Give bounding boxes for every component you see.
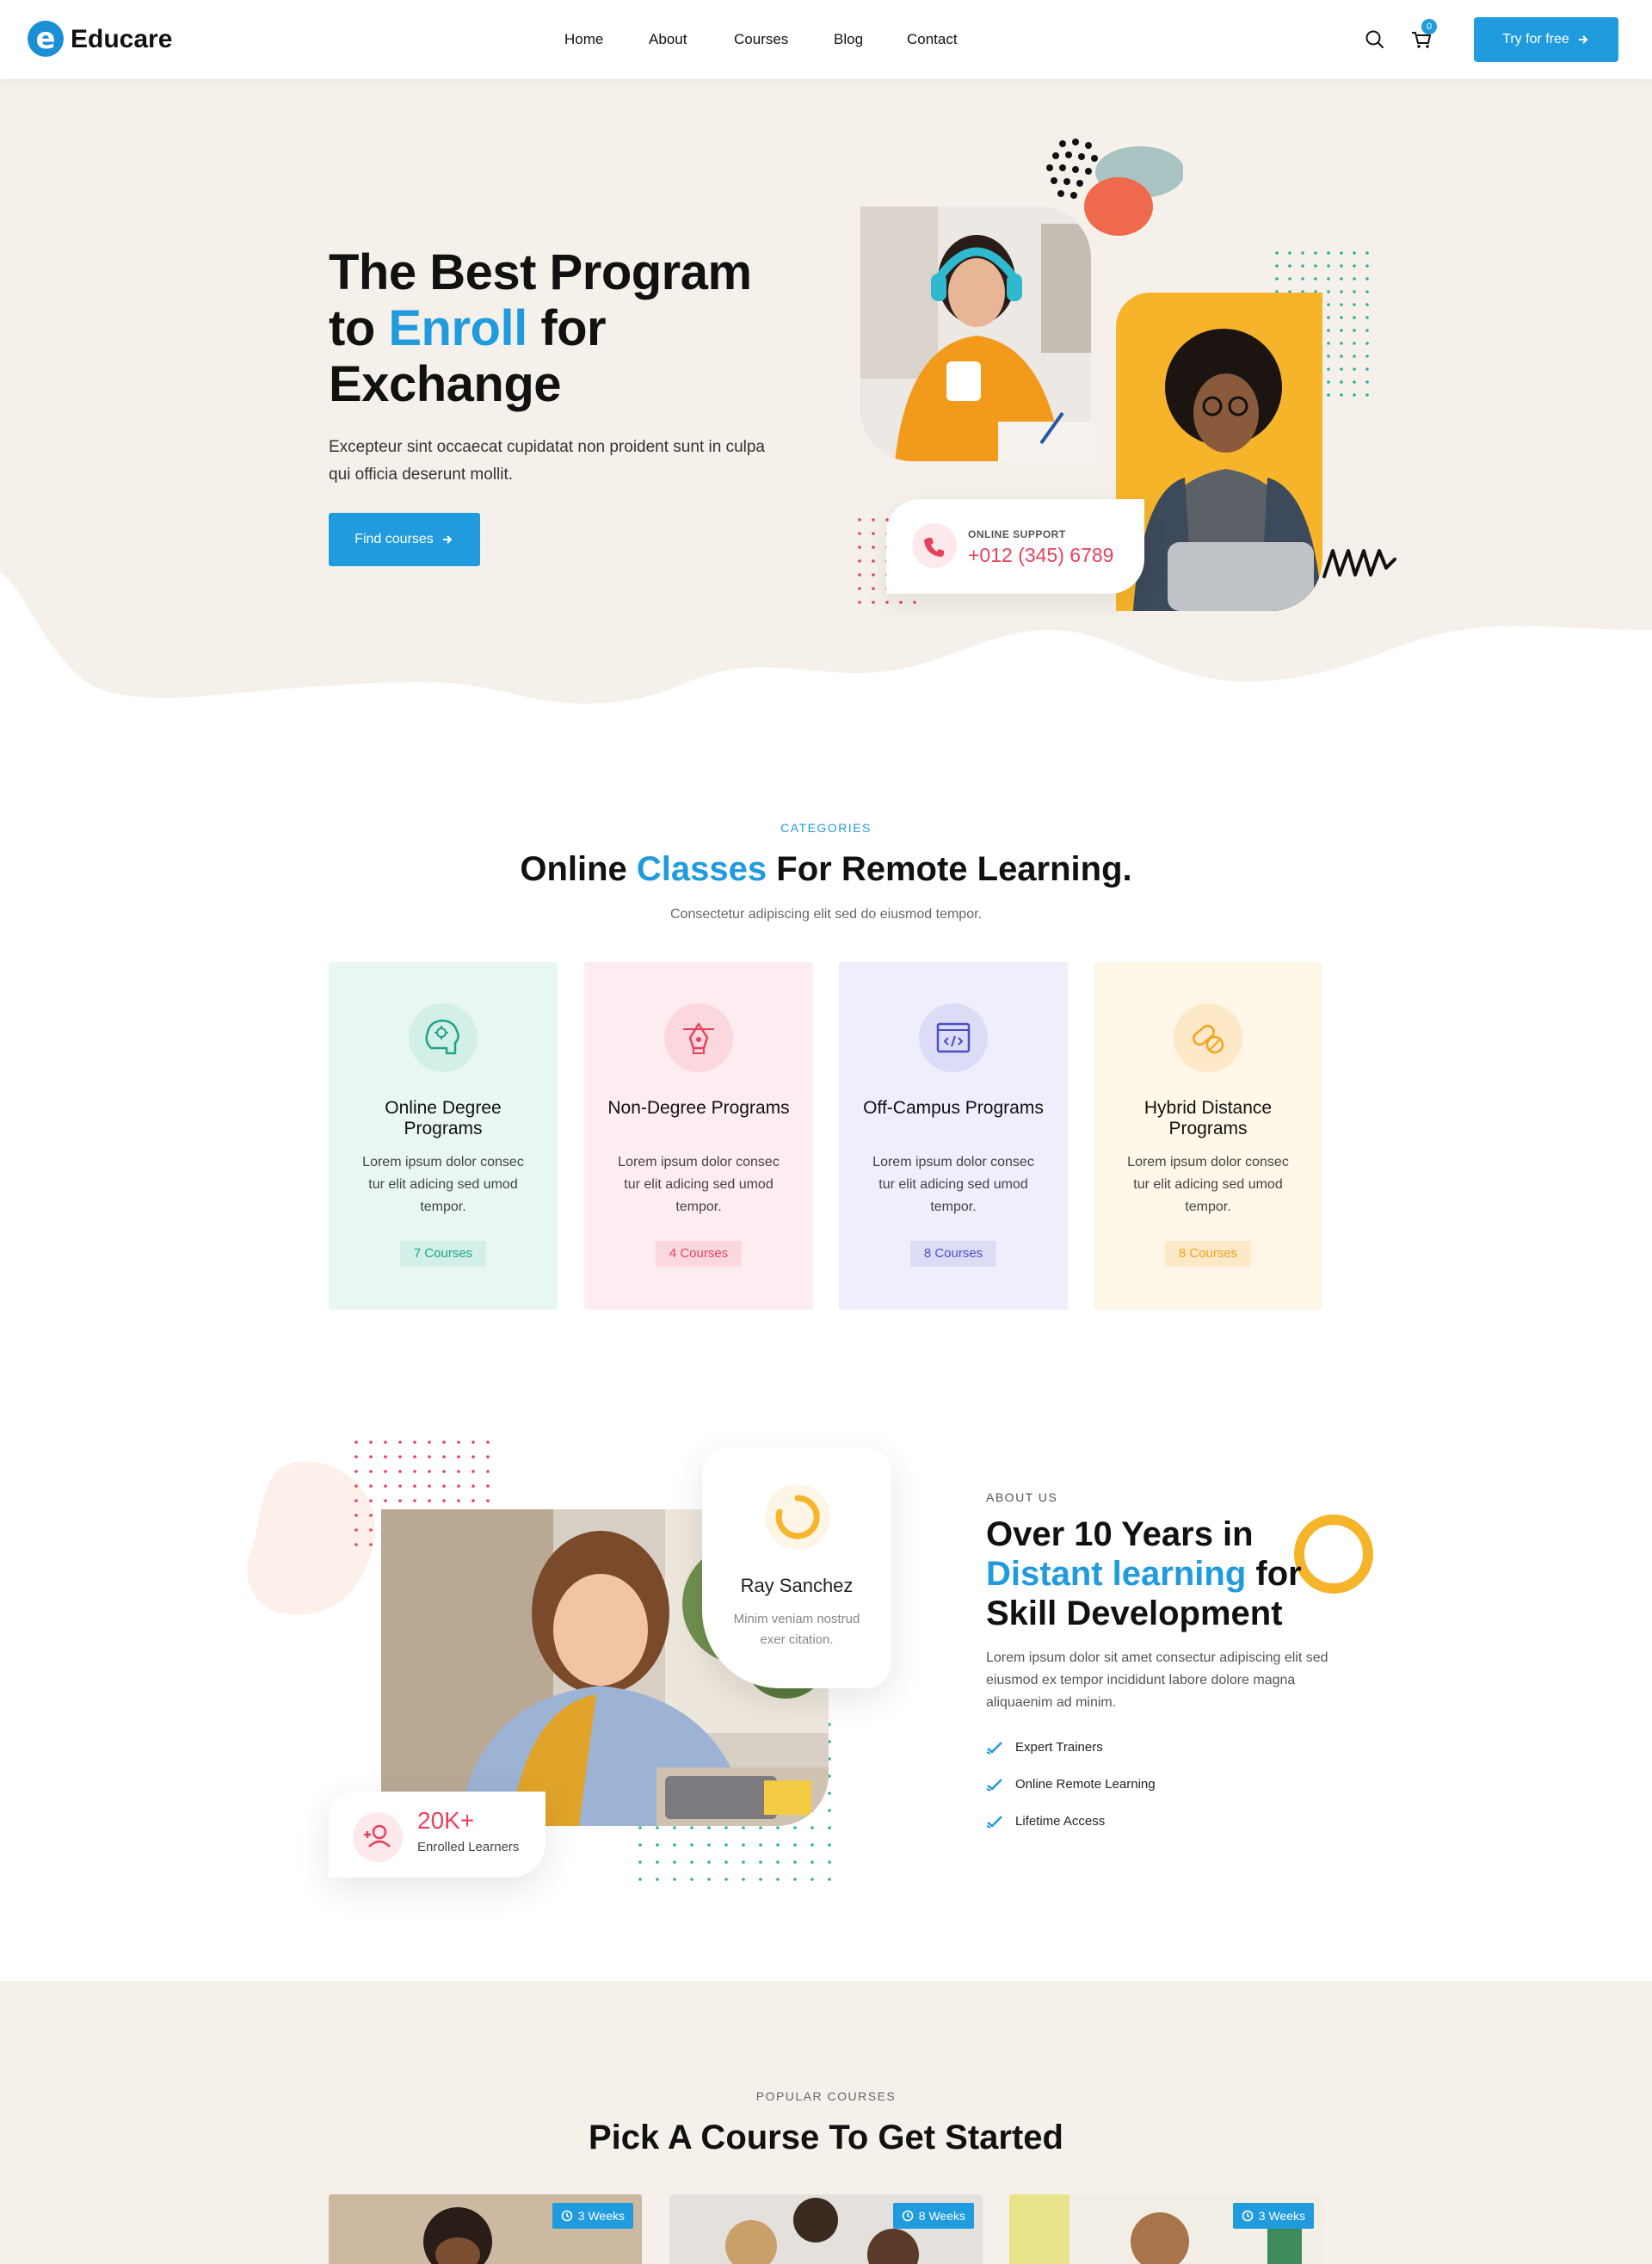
student-laptop-illustration xyxy=(1116,293,1322,611)
check-icon xyxy=(986,1741,1002,1755)
student-headphones-illustration xyxy=(860,207,1091,461)
try-button-label: Try for free xyxy=(1502,32,1569,46)
find-courses-label: Find courses xyxy=(354,532,434,546)
clock-icon xyxy=(561,2210,573,2222)
course-card[interactable]: 3 Weeks xyxy=(1009,2194,1322,2264)
category-description: Lorem ipsum dolor consec tur elit adicin… xyxy=(362,1155,524,1214)
pills-icon xyxy=(1174,1003,1242,1072)
logo-icon[interactable]: e xyxy=(28,21,64,57)
enrolled-learners-card: 20K+ Enrolled Learners xyxy=(329,1792,546,1878)
nav-contact[interactable]: Contact xyxy=(907,0,958,79)
category-description: Lorem ipsum dolor consec tur elit adicin… xyxy=(872,1155,1034,1214)
nav-home[interactable]: Home xyxy=(564,0,603,79)
clock-icon xyxy=(902,2210,914,2222)
about-eyebrow: ABOUT US xyxy=(986,1490,1058,1504)
popular-eyebrow: POPULAR COURSES xyxy=(755,2089,897,2103)
arrow-right-icon xyxy=(442,535,453,544)
site-header: e Educare Home About Courses Blog Contac… xyxy=(0,0,1652,79)
hero-title-highlight: Enroll xyxy=(388,300,527,356)
course-card[interactable]: 3 Weeks xyxy=(329,2194,642,2264)
duration-badge: 3 Weeks xyxy=(1232,2203,1314,2229)
support-label: ONLINE SUPPORT xyxy=(968,528,1066,540)
category-card[interactable]: Hybrid Distance Programs Lorem ipsum dolo… xyxy=(1094,962,1322,1310)
progress-ring-icon xyxy=(765,1484,830,1550)
course-count-badge: 7 Courses xyxy=(399,1241,487,1267)
category-title[interactable]: Online Degree Programs xyxy=(346,1098,540,1139)
clock-icon xyxy=(1242,2210,1254,2222)
online-support-card[interactable]: ONLINE SUPPORT +012 (345) 6789 xyxy=(886,499,1144,594)
categories-subtitle: Consectetur adipiscing elit sed do eiusm… xyxy=(670,907,982,922)
hero-photo-student-laptop xyxy=(1116,293,1322,611)
course-count-badge: 4 Courses xyxy=(655,1241,743,1267)
course-count-badge: 8 Courses xyxy=(909,1241,997,1267)
hero-photo-student-headphones xyxy=(860,207,1091,461)
duration-badge: 3 Weeks xyxy=(552,2203,633,2229)
enrolled-count: 20K+ xyxy=(417,1807,475,1834)
logo-text[interactable]: Educare xyxy=(71,24,172,55)
category-description: Lorem ipsum dolor consec tur elit adicin… xyxy=(618,1155,780,1214)
popular-title: Pick A Course To Get Started xyxy=(589,2119,1063,2156)
instructor-card[interactable]: Ray Sanchez Minim veniam nostrud exer ci… xyxy=(702,1447,891,1688)
enrolled-label: Enrolled Learners xyxy=(417,1840,520,1854)
nav-blog[interactable]: Blog xyxy=(834,0,863,79)
search-icon[interactable] xyxy=(1361,26,1389,53)
phone-icon xyxy=(912,523,957,568)
checklist-item: Lifetime Access xyxy=(986,1814,1105,1829)
support-phone[interactable]: +012 (345) 6789 xyxy=(968,544,1113,567)
duration-badge: 8 Weeks xyxy=(892,2203,974,2229)
check-icon xyxy=(986,1778,1002,1792)
hero-background xyxy=(0,79,1652,704)
checklist-item: Online Remote Learning xyxy=(986,1777,1156,1792)
check-icon xyxy=(986,1815,1002,1829)
find-courses-button[interactable]: Find courses xyxy=(329,513,480,566)
try-for-free-button[interactable]: Try for free xyxy=(1474,17,1618,62)
checklist-item: Expert Trainers xyxy=(986,1740,1103,1755)
course-card[interactable]: 8 Weeks xyxy=(669,2194,983,2264)
category-title[interactable]: Off-Campus Programs xyxy=(856,1098,1051,1119)
category-description: Lorem ipsum dolor consec tur elit adicin… xyxy=(1127,1155,1289,1214)
categories-title: Online Classes For Remote Learning. xyxy=(520,850,1132,888)
category-title[interactable]: Non-Degree Programs xyxy=(601,1098,796,1119)
category-card[interactable]: Online Degree Programs Lorem ipsum dolor … xyxy=(329,962,558,1310)
hero-title: The Best Program to Enroll for Exchange xyxy=(329,244,752,412)
category-card[interactable]: Non-Degree Programs Lorem ipsum dolor con… xyxy=(584,962,813,1310)
nav-courses[interactable]: Courses xyxy=(734,0,788,79)
pen-tool-icon xyxy=(664,1003,733,1072)
course-count-badge: 8 Courses xyxy=(1164,1241,1252,1267)
instructor-name: Ray Sanchez xyxy=(740,1575,854,1596)
brain-icon xyxy=(409,1003,478,1072)
categories-eyebrow: CATEGORIES xyxy=(780,821,872,835)
category-card[interactable]: Off-Campus Programs Lorem ipsum dolor con… xyxy=(839,962,1068,1310)
about-title: Over 10 Years in Distant learning for Sk… xyxy=(986,1515,1302,1632)
squiggle-decoration xyxy=(1322,549,1396,578)
cart-count-badge: 0 xyxy=(1421,19,1437,34)
user-add-icon xyxy=(353,1812,403,1862)
code-window-icon xyxy=(919,1003,988,1072)
nav-about[interactable]: About xyxy=(649,0,687,79)
about-description: Lorem ipsum dolor sit amet consectur adi… xyxy=(986,1650,1328,1710)
arrow-right-icon xyxy=(1578,35,1588,44)
instructor-description: Minim veniam nostrud exer citation. xyxy=(733,1612,860,1647)
category-title[interactable]: Hybrid Distance Programs xyxy=(1111,1098,1305,1139)
hero-description: Excepteur sint occaecat cupidatat non pr… xyxy=(329,438,765,484)
